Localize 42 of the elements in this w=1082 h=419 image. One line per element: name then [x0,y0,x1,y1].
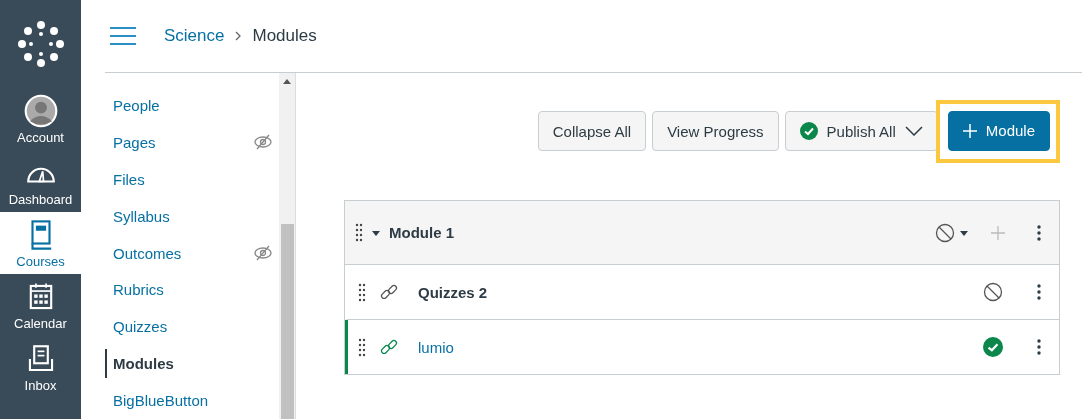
course-nav-link[interactable]: Pages [105,127,162,157]
breadcrumb-link[interactable]: Science [164,26,225,46]
course-nav-link[interactable]: BigBlueButton [105,386,215,416]
nav-item[interactable]: Dashboard [0,150,81,212]
course-nav-link[interactable]: Modules [105,349,180,379]
course-nav-link[interactable]: People [105,90,166,120]
drag-handle-icon[interactable] [358,282,366,302]
course-nav-link[interactable]: Quizzes [105,312,174,342]
link-icon [380,338,398,356]
nav-item[interactable]: Calendar [0,274,81,336]
toolbar-button[interactable]: Collapse All [537,111,647,151]
course-nav-link[interactable]: Syllabus [105,201,176,231]
link-icon [380,283,398,301]
plus-icon [962,123,977,138]
published-check-icon[interactable] [983,337,1003,357]
publish-all-button[interactable]: Publish All [784,111,938,151]
course-nav-link[interactable]: Rubrics [105,275,170,305]
course-nav-link[interactable]: Outcomes [105,238,188,268]
check-circle-icon [799,122,818,140]
avatar-icon [23,93,58,128]
unpublished-icon[interactable] [983,282,1003,302]
more-options-icon[interactable] [1037,339,1041,355]
nav-item[interactable]: Inbox [0,336,81,398]
nav-item[interactable]: Account [0,88,81,150]
add-module-button[interactable]: Module [947,110,1050,151]
scrollbar[interactable] [279,73,296,419]
drag-handle-icon[interactable] [358,337,366,357]
toolbar-button[interactable]: View Progress [652,111,779,151]
nav-item[interactable]: Courses [0,212,81,274]
module-item-link[interactable]: lumio [418,338,969,356]
module-item-link[interactable]: Quizzes 2 [418,283,969,301]
menu-icon[interactable] [110,27,136,45]
more-options-icon[interactable] [1037,284,1041,300]
chevron-right-icon [234,31,243,41]
chevron-down-icon [904,126,923,136]
drag-handle-icon[interactable] [355,223,363,242]
more-options-icon[interactable] [1037,224,1041,241]
unpublished-icon[interactable] [935,222,955,243]
module-title: Module 1 [389,224,455,241]
breadcrumb-current: Modules [252,26,317,46]
course-nav-link[interactable]: Files [105,164,151,194]
logo-icon[interactable] [17,21,64,67]
